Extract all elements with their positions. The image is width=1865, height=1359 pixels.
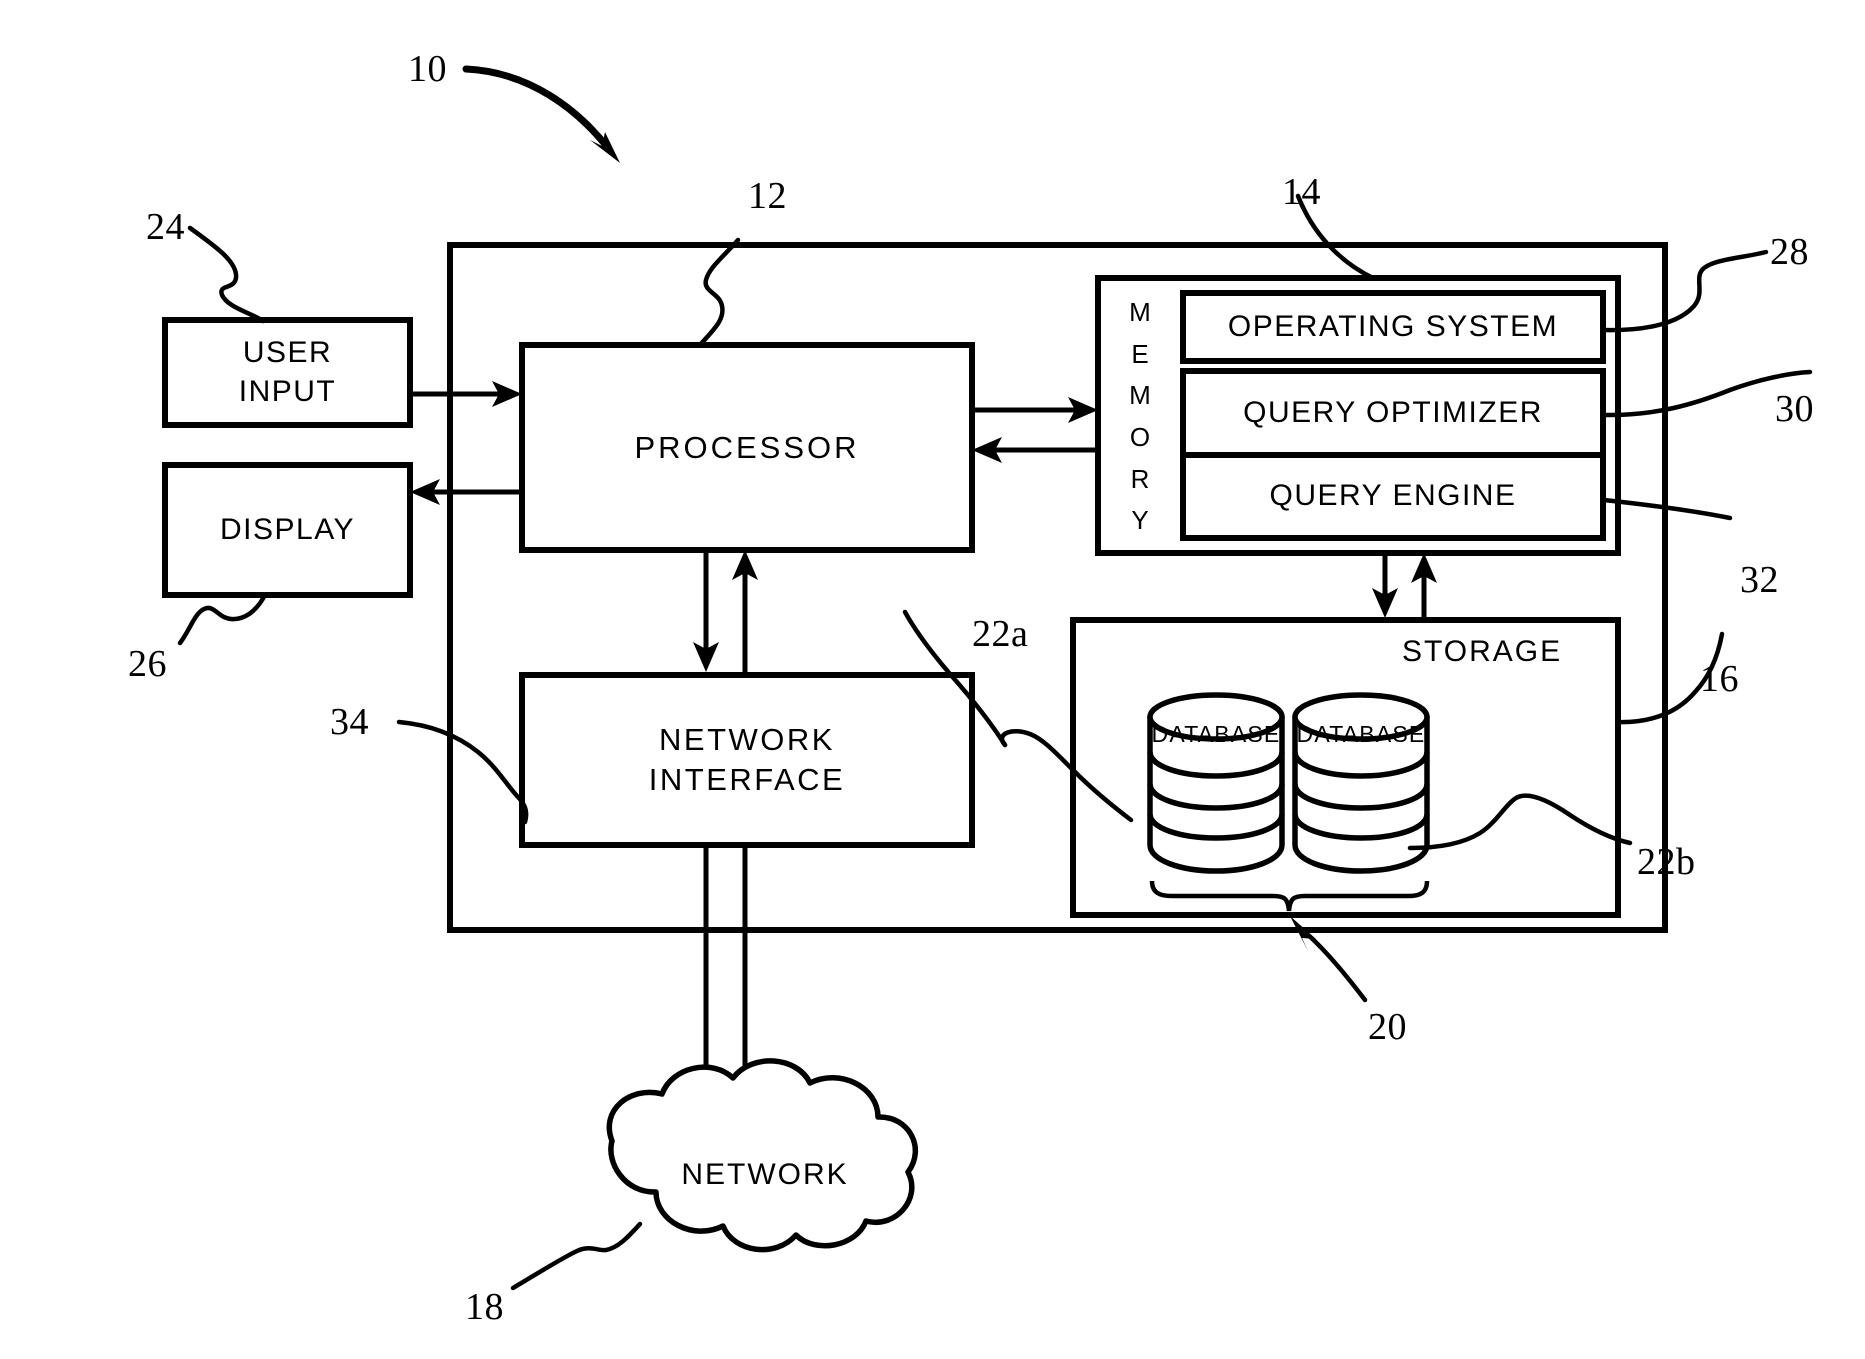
patent-figure: USER INPUT DISPLAY PROCESSOR NETWORK INT… [0,0,1865,1359]
lead-line-28 [1601,249,1769,333]
network-interface-label: NETWORK INTERFACE [522,675,972,845]
lead-line-22a [999,728,1134,823]
ref-numeral-28: 28 [1770,231,1809,273]
lead-line-20 [1297,925,1368,1003]
memory-label-char-4: R [1130,463,1150,494]
ref-numeral-34: 34 [330,701,369,743]
ref-numeral-18: 18 [465,1286,504,1328]
database-a-label: DATABASE [1151,721,1281,748]
lead-line-24 [187,225,266,324]
lead-line-22b [1407,793,1633,851]
lead-line-10 [462,65,612,152]
lead-line-34 [396,719,529,825]
display-label: DISPLAY [220,512,355,546]
lead-line-26 [177,592,268,646]
ref-numeral-14: 14 [1282,171,1321,213]
ref-numeral-10: 10 [408,48,447,90]
network-label: NETWORK [681,1157,849,1191]
ref-numeral-16: 16 [1700,658,1739,700]
memory-label-char-0: M [1129,297,1151,327]
ref-numeral-22a: 22a [972,613,1029,655]
memory-label-char-5: Y [1131,505,1149,536]
arrowhead-ref-20 [1290,916,1316,951]
ref-numeral-24: 24 [146,206,185,248]
ref-numeral-32: 32 [1740,559,1779,601]
processor-label: PROCESSOR [634,429,860,465]
user-input-label-line2: INPUT [238,374,337,408]
memory-label-char-1: E [1131,338,1149,369]
databases-brace [1149,880,1430,912]
user-input-label: USER INPUT [165,320,410,425]
network-interface-label-line2: INTERFACE [648,762,846,797]
ref-numeral-22b: 22b [1637,841,1696,883]
lead-line-18 [510,1221,643,1291]
query-engine-label: QUERY ENGINE [1269,479,1517,513]
ref-numeral-26: 26 [128,643,167,685]
network-interface-label-line1: NETWORK [659,722,835,758]
query-optimizer-label: QUERY OPTIMIZER [1243,395,1543,429]
ref-numeral-20: 20 [1368,1006,1407,1048]
user-input-label-line1: USER [242,336,333,370]
database-b-label: DATABASE [1296,721,1426,748]
operating-system-label: OPERATING SYSTEM [1227,309,1559,343]
ref-numeral-30: 30 [1775,388,1814,430]
memory-label-char-2: M [1129,380,1151,411]
memory-label-char-3: O [1129,422,1151,453]
storage-label: STORAGE [1402,635,1563,668]
lead-line-12 [697,237,741,348]
memory-label: M E M O R Y [1106,293,1174,541]
ref-numeral-12: 12 [748,175,787,217]
